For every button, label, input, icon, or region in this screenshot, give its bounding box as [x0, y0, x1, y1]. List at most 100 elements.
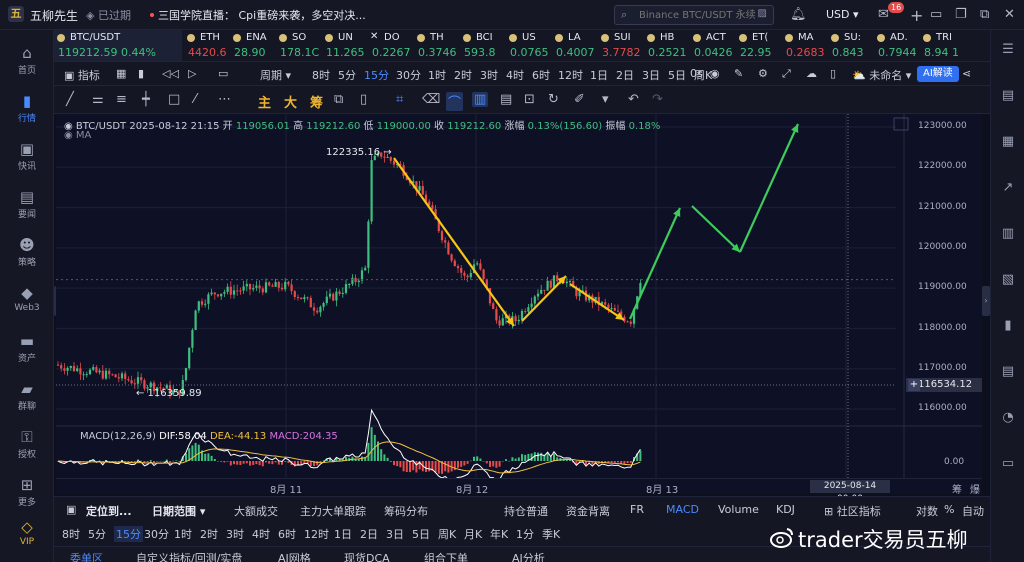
interval-5日[interactable]: 5日	[668, 67, 686, 83]
interval-5日[interactable]: 5日	[412, 526, 430, 542]
rectangle-icon[interactable]: □	[168, 92, 180, 107]
delete-icon[interactable]: ▾	[602, 92, 609, 107]
chart-corner-icon[interactable]	[893, 117, 909, 131]
magnet-icon[interactable]: ⌒	[446, 92, 464, 111]
ticker-item[interactable]: ACT 0.0426	[690, 30, 734, 61]
interval-5分[interactable]: 5分	[338, 67, 356, 83]
indicator-tab[interactable]: 资金背离	[566, 503, 610, 519]
interval-2时[interactable]: 2时	[200, 526, 218, 542]
master-force-button[interactable]: 主	[258, 92, 271, 111]
interval-月K[interactable]: 月K	[464, 526, 482, 542]
locate-icon[interactable]: ▣	[66, 503, 76, 516]
interval-年K[interactable]: 年K	[490, 526, 508, 542]
layout-icon[interactable]: ▭	[218, 67, 228, 80]
indicator-tab[interactable]: 主力大单跟踪	[300, 503, 366, 519]
ticker-item[interactable]: HB 0.2521	[644, 30, 688, 61]
chip-button[interactable]: 筹	[310, 92, 323, 111]
replay-prev-icon[interactable]: ◁◁	[162, 67, 179, 80]
window-icon[interactable]: ▭	[1000, 456, 1016, 472]
interval-15分[interactable]: 15分	[114, 526, 143, 542]
interval-15分[interactable]: 15分	[364, 67, 389, 83]
minimize-icon[interactable]: ▭	[930, 7, 942, 22]
nav-auth[interactable]: ⚿ 授权	[0, 428, 54, 460]
nav-assets[interactable]: ▬ 资产	[0, 332, 54, 364]
log-scale-button[interactable]: 对数	[916, 503, 938, 519]
right-collapse-handle[interactable]: ›	[982, 286, 990, 316]
interval-3日[interactable]: 3日	[386, 526, 404, 542]
channel-icon[interactable]: ≡	[116, 92, 127, 107]
sheet-icon[interactable]: ▤	[1000, 364, 1016, 380]
ticker-item[interactable]: TH 0.3746	[414, 30, 458, 61]
trade-tab[interactable]: 自定义指标/回测/实盘	[136, 550, 242, 562]
nav-home[interactable]: ⌂ 首页	[0, 44, 54, 76]
trade-tab[interactable]: 委单区	[70, 550, 103, 562]
interval-周K[interactable]: 周K	[694, 67, 712, 83]
interval-8时[interactable]: 8时	[312, 67, 330, 83]
chart-area[interactable]: ◉ BTC/USDT 2025-08-12 21:15 开 119056.01 …	[56, 114, 982, 494]
search-box[interactable]: ⌕ ▨	[614, 5, 774, 25]
more-tools-icon[interactable]: ⋯	[218, 92, 231, 107]
interval-30分[interactable]: 30分	[396, 67, 421, 83]
close-icon[interactable]: ✕	[1004, 7, 1015, 22]
replay-icon[interactable]: ▷	[188, 67, 196, 80]
interval-12时[interactable]: 12时	[304, 526, 329, 542]
ticker-item[interactable]: SO 178.1C	[276, 30, 320, 61]
percent-scale-button[interactable]: %	[944, 503, 954, 516]
copy-icon[interactable]: ⧉	[334, 92, 343, 107]
clear-icon[interactable]: ▨	[758, 8, 767, 19]
ticker-item[interactable]: BCI 593.8	[460, 30, 504, 61]
indicator-tab[interactable]: 筹码分布	[384, 503, 428, 519]
indicator-button[interactable]: ▣ 指标	[64, 67, 100, 83]
auto-scale-button[interactable]: 自动	[962, 503, 984, 519]
add-ticker-icon[interactable]: +	[910, 6, 923, 25]
nav-headlines[interactable]: ▤ 要闻	[0, 188, 54, 220]
pencil-icon[interactable]: ✐	[574, 92, 585, 107]
locate-to-button[interactable]: 定位到...	[86, 503, 132, 519]
add-alert-button[interactable]: +	[908, 379, 920, 391]
ticker-item[interactable]: UN 11.265	[322, 30, 366, 61]
bell-icon[interactable]: 🔔︎	[790, 7, 807, 22]
trade-tab[interactable]: 组合下单	[424, 550, 468, 562]
interval-周K[interactable]: 周K	[438, 526, 456, 542]
interval-3日[interactable]: 3日	[642, 67, 660, 83]
trade-tab[interactable]: AI网格	[278, 550, 311, 562]
ticker-item[interactable]: MA 0.2683	[782, 30, 826, 61]
layout-switch-icon[interactable]: ▯	[830, 67, 836, 80]
restore-icon[interactable]: ⧉	[980, 7, 989, 22]
interval-1时[interactable]: 1时	[174, 526, 192, 542]
interval-季K[interactable]: 季K	[542, 526, 560, 542]
ticker-item[interactable]: ✕ DO 0.2267	[368, 30, 412, 61]
sidebar-icon[interactable]: ▯	[360, 92, 367, 107]
eraser-icon[interactable]: ⌫	[422, 92, 440, 107]
ticker-item[interactable]: AD. 0.7944	[874, 30, 918, 61]
interval-3时[interactable]: 3时	[480, 67, 498, 83]
ticker-item[interactable]: SUI 3.7782	[598, 30, 642, 61]
interval-5分[interactable]: 5分	[88, 526, 106, 542]
settings-icon[interactable]: ⚙	[758, 67, 768, 80]
ticker-item[interactable]: LA 0.4007	[552, 30, 596, 61]
trade-tab[interactable]: AI分析	[512, 550, 545, 562]
cloud-icon[interactable]: ☁	[806, 67, 817, 80]
notes-icon[interactable]: ▤	[1000, 88, 1016, 104]
pie-icon[interactable]: ◔	[1000, 410, 1016, 426]
interval-12时[interactable]: 12时	[558, 67, 583, 83]
expired-badge[interactable]: ◈ 已过期	[86, 7, 131, 23]
interval-3时[interactable]: 3时	[226, 526, 244, 542]
nav-flash[interactable]: ▣ 快讯	[0, 140, 54, 172]
ticker-item[interactable]: TRI 8.94 1	[920, 30, 964, 61]
period-select[interactable]: 周期 ▾	[260, 67, 291, 83]
chart-style-icon[interactable]: ▮	[138, 67, 144, 80]
trash-icon[interactable]: ▤	[500, 92, 512, 107]
orderbook-icon[interactable]: ▦	[1000, 134, 1016, 150]
interval-4时[interactable]: 4时	[506, 67, 524, 83]
calendar-icon[interactable]: ▦	[116, 67, 126, 80]
ticker-item[interactable]: ETH 4420.6	[184, 30, 228, 61]
chip-icon[interactable]: 筹	[952, 481, 962, 496]
community-indicator-button[interactable]: ⊞ 社区指标	[824, 503, 881, 519]
interval-6时[interactable]: 6时	[532, 67, 550, 83]
hline-icon[interactable]: ⚌	[92, 92, 104, 107]
ticker-btc[interactable]: BTC/USDT 119212.59 0.44%	[54, 30, 182, 61]
interval-2日[interactable]: 2日	[360, 526, 378, 542]
date-range-select[interactable]: 日期范围 ▾	[152, 503, 205, 519]
currency-select[interactable]: USD ▾	[826, 8, 859, 21]
